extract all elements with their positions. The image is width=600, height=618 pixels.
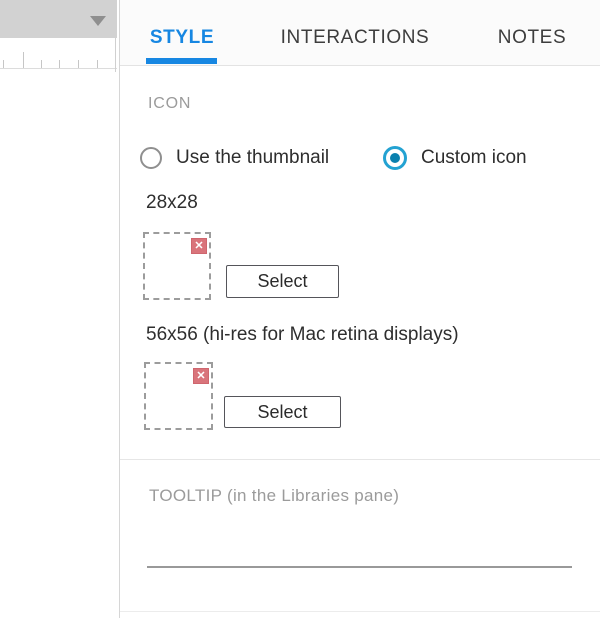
triangle-down-icon	[90, 16, 106, 26]
tab-interactions[interactable]: INTERACTIONS	[270, 27, 440, 49]
icon-drop-square-56[interactable]: ✕	[144, 362, 213, 430]
tooltip-input[interactable]	[147, 538, 572, 568]
ruler-edge-line	[115, 38, 116, 72]
select-button-28[interactable]: Select	[226, 265, 339, 298]
radio-custom-icon[interactable]: Custom icon	[383, 146, 527, 170]
icon-size-label-28: 28x28	[146, 192, 198, 214]
radio-selected-icon[interactable]	[383, 146, 407, 170]
ruler-tick	[97, 60, 98, 68]
tab-style[interactable]: STYLE	[146, 27, 218, 49]
ruler-baseline	[0, 68, 117, 69]
select-button-56[interactable]: Select	[224, 396, 341, 428]
panel-bottom-border	[120, 611, 600, 612]
canvas-left-rail	[0, 0, 119, 618]
inspector-tabbar: STYLE INTERACTIONS NOTES	[120, 0, 600, 66]
ruler-corner-menu[interactable]	[0, 0, 117, 38]
clear-icon[interactable]: ✕	[191, 238, 207, 254]
section-divider	[120, 459, 600, 460]
radio-use-thumbnail-label[interactable]: Use the thumbnail	[176, 147, 329, 169]
tooltip-section-label: TOOLTIP (in the Libraries pane)	[149, 486, 399, 506]
ruler-tick	[59, 60, 60, 68]
tab-notes[interactable]: NOTES	[492, 27, 572, 49]
icon-section-title: ICON	[148, 95, 191, 113]
radio-custom-icon-label[interactable]: Custom icon	[421, 147, 527, 169]
ruler-tick	[23, 52, 24, 68]
active-tab-underline	[146, 58, 217, 64]
ruler-tick	[78, 60, 79, 68]
icon-size-label-56: 56x56 (hi-res for Mac retina displays)	[146, 324, 459, 346]
ruler-tick	[41, 60, 42, 68]
ruler-tick	[3, 60, 4, 68]
radio-use-thumbnail[interactable]: Use the thumbnail	[140, 147, 329, 169]
clear-icon[interactable]: ✕	[193, 368, 209, 384]
radio-unselected-icon[interactable]	[140, 147, 162, 169]
radio-dot	[390, 153, 400, 163]
inspector-panel: STYLE INTERACTIONS NOTES ICON Use the th…	[119, 0, 600, 618]
icon-drop-square-28[interactable]: ✕	[143, 232, 211, 300]
